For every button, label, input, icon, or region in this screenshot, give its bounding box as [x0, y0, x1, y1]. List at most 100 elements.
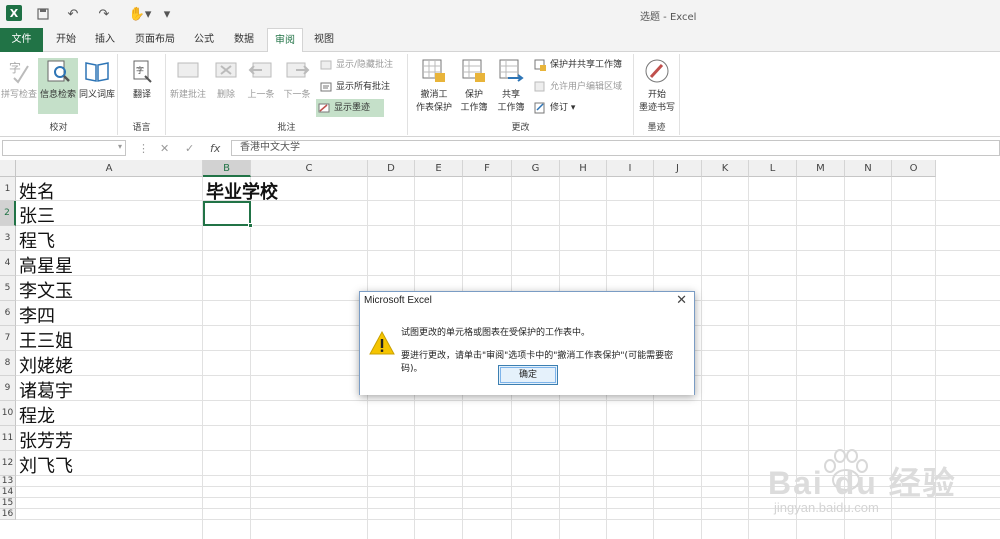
row-header[interactable]: 6	[0, 301, 16, 326]
cell-a1[interactable]: 姓名	[19, 178, 55, 204]
column-header[interactable]: G	[512, 160, 560, 177]
show-hide-comment-button[interactable]: 显示/隐藏批注	[318, 56, 393, 74]
name-cell[interactable]: 程飞	[19, 227, 55, 253]
column-header[interactable]: F	[463, 160, 512, 177]
save-icon[interactable]	[34, 5, 52, 23]
tab-data[interactable]: 数据	[228, 28, 260, 52]
name-box-dropdown-icon[interactable]: ▾	[118, 142, 122, 151]
enter-icon[interactable]: ✓	[185, 142, 194, 155]
column-header[interactable]: A	[16, 160, 203, 177]
tab-insert[interactable]: 插入	[88, 28, 122, 52]
formula-input[interactable]: 香港中文大学	[231, 140, 1000, 156]
insert-function-icon[interactable]: fx	[210, 142, 220, 155]
column-header[interactable]: L	[749, 160, 797, 177]
show-hide-comment-icon	[320, 60, 332, 70]
next-comment-button[interactable]: 下一条	[280, 58, 314, 114]
research-icon	[47, 60, 70, 82]
warning-icon	[369, 331, 395, 355]
translate-button[interactable]: 字 翻译	[123, 58, 161, 114]
touch-mode-icon[interactable]: ✋▾	[128, 5, 152, 23]
column-header[interactable]: B	[203, 160, 251, 177]
row-header[interactable]: 5	[0, 276, 16, 301]
share-workbook-icon	[499, 59, 524, 82]
tab-view[interactable]: 视图	[308, 28, 340, 52]
track-changes-button[interactable]: 修订 ▾	[532, 99, 575, 117]
watermark: Bai du 经验 jingyan.baidu.com	[768, 446, 998, 526]
name-cell[interactable]: 刘姥姥	[19, 352, 73, 378]
tab-page-layout[interactable]: 页面布局	[131, 28, 179, 52]
tab-formulas[interactable]: 公式	[188, 28, 220, 52]
column-header[interactable]: C	[251, 160, 368, 177]
select-all-corner[interactable]	[0, 160, 16, 177]
tab-home[interactable]: 开始	[49, 28, 83, 52]
row-header[interactable]: 1	[0, 177, 16, 201]
name-cell[interactable]: 程龙	[19, 402, 55, 428]
name-box[interactable]	[2, 140, 126, 156]
column-header[interactable]: E	[415, 160, 463, 177]
redo-icon[interactable]: ↷	[95, 5, 113, 23]
name-cell[interactable]: 诸葛宇	[19, 377, 73, 403]
formula-bar: ▾ ⋮ ✕ ✓ fx 香港中文大学	[0, 138, 1000, 158]
thesaurus-button[interactable]: 同义词库	[78, 58, 116, 114]
name-cell[interactable]: 高星星	[19, 252, 73, 278]
show-all-comments-icon	[320, 82, 332, 92]
name-cell[interactable]: 刘飞飞	[19, 452, 73, 478]
row-header[interactable]: 13	[0, 476, 16, 487]
name-cell[interactable]: 李四	[19, 302, 55, 328]
column-header[interactable]: M	[797, 160, 845, 177]
row-header[interactable]: 16	[0, 509, 16, 520]
row-header[interactable]: 12	[0, 451, 16, 476]
column-header[interactable]: I	[607, 160, 654, 177]
customize-toolbar-icon[interactable]: ▾	[158, 5, 176, 23]
tab-review[interactable]: 审阅	[267, 28, 303, 53]
row-header[interactable]: 11	[0, 426, 16, 451]
start-inking-button[interactable]: 开始 墨迹书写	[636, 58, 678, 114]
allow-edit-ranges-button[interactable]: 允许用户编辑区域	[532, 78, 622, 96]
undo-icon[interactable]: ↶	[64, 5, 82, 23]
row-header[interactable]: 2	[0, 201, 16, 226]
row-header[interactable]: 14	[0, 487, 16, 498]
row-header[interactable]: 3	[0, 226, 16, 251]
row-header[interactable]: 15	[0, 498, 16, 509]
previous-comment-icon	[248, 62, 272, 78]
new-comment-button[interactable]: 新建批注	[168, 58, 208, 114]
track-changes-icon	[534, 102, 545, 114]
selected-cell-b2[interactable]	[203, 201, 251, 226]
tab-file[interactable]: 文件	[0, 28, 43, 52]
column-header[interactable]: N	[845, 160, 892, 177]
ok-button[interactable]: 确定	[498, 365, 558, 385]
name-cell[interactable]: 张三	[19, 202, 55, 228]
unprotect-sheet-button[interactable]: 撤消工 作表保护	[412, 58, 456, 114]
research-button[interactable]: 信息检索	[38, 58, 78, 114]
column-header[interactable]: K	[702, 160, 749, 177]
row-header[interactable]: 7	[0, 326, 16, 351]
show-all-comments-button[interactable]: 显示所有批注	[318, 78, 390, 96]
share-workbook-button[interactable]: 共享 工作簿	[492, 58, 530, 114]
spelling-button[interactable]: 字 拼写检查	[0, 58, 38, 114]
cancel-icon[interactable]: ✕	[160, 142, 169, 155]
show-ink-button[interactable]: 显示墨迹	[316, 99, 384, 117]
column-header[interactable]: O	[892, 160, 936, 177]
protect-workbook-button[interactable]: 保护 工作簿	[456, 58, 492, 114]
column-header[interactable]: H	[560, 160, 607, 177]
group-comments: 新建批注 删除 上一条 下一条 显示/隐藏批注 显示所有批注 显示墨迹 批注	[166, 54, 408, 135]
fill-handle[interactable]	[248, 223, 253, 228]
close-icon[interactable]: ✕	[676, 293, 687, 308]
row-header[interactable]: 10	[0, 401, 16, 426]
row-header[interactable]: 8	[0, 351, 16, 376]
group-proofing: 字 拼写检查 信息检索 同义词库 校对	[0, 54, 118, 135]
name-cell[interactable]: 王三姐	[19, 327, 73, 353]
protect-and-share-button[interactable]: 保护并共享工作簿	[532, 56, 622, 74]
new-comment-icon	[177, 62, 199, 78]
row-header[interactable]: 9	[0, 376, 16, 401]
delete-comment-button[interactable]: 删除	[210, 58, 242, 114]
thesaurus-icon	[85, 62, 109, 82]
column-header[interactable]: J	[654, 160, 702, 177]
gridline	[16, 275, 1000, 276]
previous-comment-button[interactable]: 上一条	[244, 58, 278, 114]
name-cell[interactable]: 张芳芳	[19, 427, 73, 453]
name-cell[interactable]: 李文玉	[19, 277, 73, 303]
row-header[interactable]: 4	[0, 251, 16, 276]
next-comment-icon	[286, 62, 310, 78]
column-header[interactable]: D	[368, 160, 415, 177]
